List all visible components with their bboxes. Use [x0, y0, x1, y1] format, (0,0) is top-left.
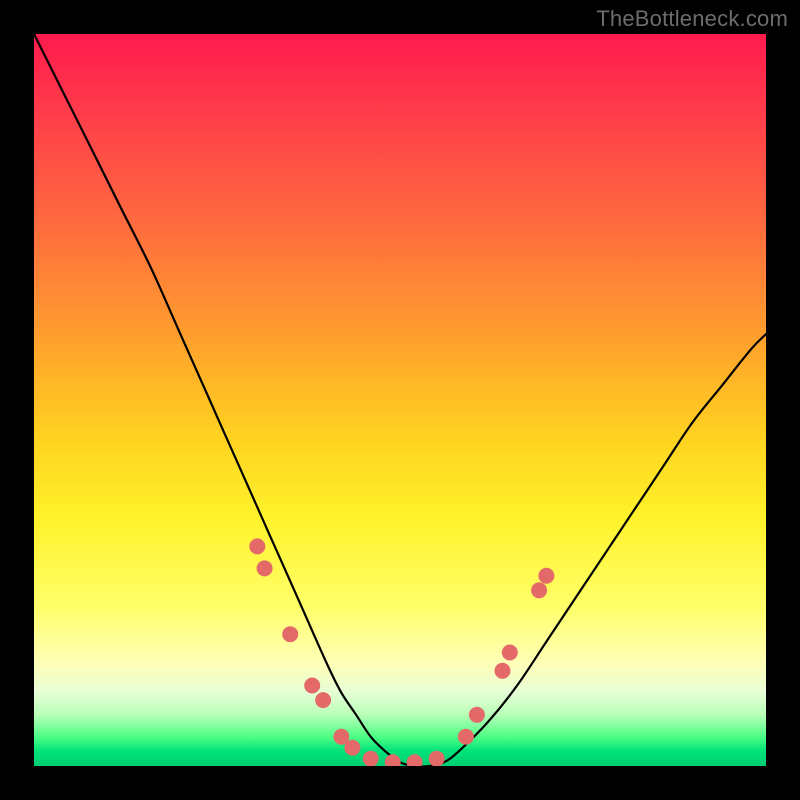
- watermark-text: TheBottleneck.com: [596, 6, 788, 32]
- data-marker: [249, 538, 265, 554]
- plot-area: [34, 34, 766, 766]
- data-marker: [363, 751, 379, 766]
- data-marker: [315, 692, 331, 708]
- data-marker: [304, 678, 320, 694]
- data-marker: [429, 751, 445, 766]
- data-markers: [249, 538, 554, 766]
- data-marker: [458, 729, 474, 745]
- data-marker: [495, 663, 511, 679]
- data-marker: [344, 740, 360, 756]
- data-marker: [469, 707, 485, 723]
- data-marker: [538, 568, 554, 584]
- data-marker: [257, 560, 273, 576]
- data-marker: [385, 754, 401, 766]
- chart-frame: TheBottleneck.com: [0, 0, 800, 800]
- data-marker: [407, 754, 423, 766]
- bottleneck-curve: [34, 34, 766, 766]
- data-marker: [282, 626, 298, 642]
- data-marker: [531, 582, 547, 598]
- chart-svg: [34, 34, 766, 766]
- data-marker: [502, 645, 518, 661]
